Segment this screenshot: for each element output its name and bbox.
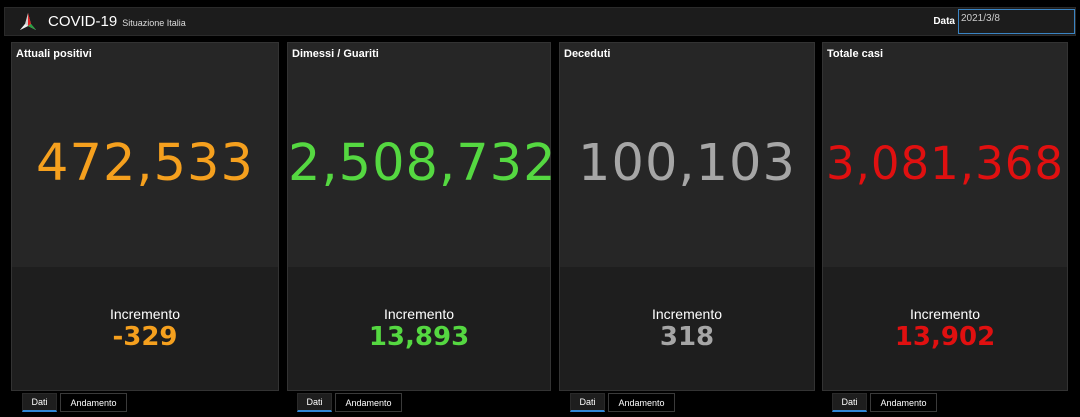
tab-dati[interactable]: Dati [297, 393, 332, 412]
card-title: Deceduti [564, 48, 611, 60]
card-deceduti: Deceduti 100,103 Incremento 318 [559, 42, 815, 391]
app-subtitle: Situazione Italia [122, 18, 186, 28]
card-main-panel: Totale casi 3,081,368 [823, 43, 1067, 267]
card-total-value: 100,103 [578, 134, 796, 193]
tab-andamento[interactable]: Andamento [870, 393, 937, 412]
tabbar-deceduti: Dati Andamento [570, 393, 675, 412]
increment-label: Incremento [109, 306, 181, 322]
date-input[interactable] [958, 9, 1075, 34]
tab-dati[interactable]: Dati [22, 393, 57, 412]
increment-label: Incremento [909, 306, 981, 322]
tabbar-totale-casi: Dati Andamento [832, 393, 937, 412]
increment-value: 13,893 [368, 322, 470, 352]
card-increment-panel: Incremento 13,902 [823, 267, 1067, 390]
card-total-value: 3,081,368 [825, 137, 1065, 190]
app-header: COVID-19 Situazione Italia Data [4, 7, 1076, 36]
card-increment-panel: Incremento 318 [560, 267, 814, 390]
card-title: Attuali positivi [16, 48, 92, 60]
card-attuali-positivi: Attuali positivi 472,533 Incremento -329 [11, 42, 279, 391]
tabbar-attuali-positivi: Dati Andamento [22, 393, 127, 412]
card-total-value: 472,533 [36, 134, 254, 193]
date-label: Data [933, 16, 955, 27]
increment-value: 13,902 [894, 322, 996, 352]
increment-value: -329 [112, 322, 178, 352]
card-increment-panel: Incremento 13,893 [288, 267, 550, 390]
increment-value: 318 [659, 322, 715, 352]
tab-andamento[interactable]: Andamento [335, 393, 402, 412]
card-totale-casi: Totale casi 3,081,368 Incremento 13,902 [822, 42, 1068, 391]
tab-dati[interactable]: Dati [570, 393, 605, 412]
increment-label: Incremento [651, 306, 723, 322]
card-main-panel: Dimessi / Guariti 2,508,732 [288, 43, 557, 267]
tab-dati[interactable]: Dati [832, 393, 867, 412]
card-increment-panel: Incremento -329 [12, 267, 278, 390]
tab-andamento[interactable]: Andamento [608, 393, 675, 412]
app-title: COVID-19 [48, 13, 118, 30]
card-main-panel: Deceduti 100,103 [560, 43, 814, 267]
card-title: Totale casi [827, 48, 884, 60]
card-main-panel: Attuali positivi 472,533 [12, 43, 278, 267]
italy-star-logo-icon [17, 11, 39, 33]
card-total-value: 2,508,732 [288, 134, 557, 193]
tab-andamento[interactable]: Andamento [60, 393, 127, 412]
increment-label: Incremento [383, 306, 455, 322]
card-title: Dimessi / Guariti [292, 48, 379, 60]
tabbar-dimessi-guariti: Dati Andamento [297, 393, 402, 412]
card-dimessi-guariti: Dimessi / Guariti 2,508,732 Incremento 1… [287, 42, 557, 391]
